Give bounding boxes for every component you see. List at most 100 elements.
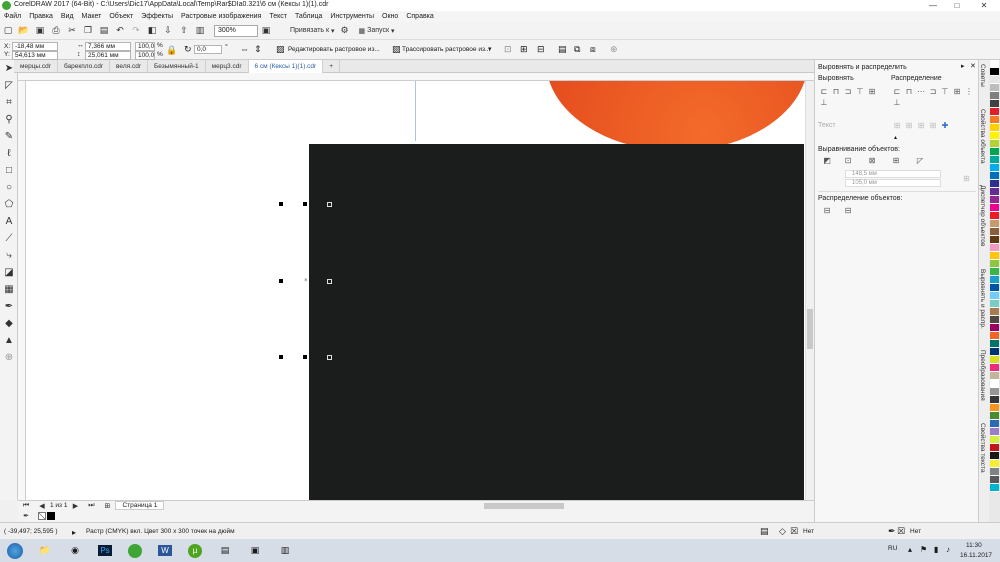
color-swatch[interactable]	[990, 444, 999, 452]
document-tab-1[interactable]: барекпло.cdr	[58, 59, 111, 73]
menu-item-2[interactable]: Вид	[57, 11, 78, 22]
color-swatch[interactable]	[990, 364, 999, 372]
selection-handle-bl[interactable]	[279, 355, 283, 359]
scale-x-field[interactable]: 100,0	[135, 42, 155, 51]
snap-to-button[interactable]: Привязать к ▾	[290, 25, 335, 37]
crop-tool-icon[interactable]: ⌗	[0, 94, 18, 111]
color-swatch[interactable]	[990, 204, 999, 212]
file-explorer-icon[interactable]: 📁	[30, 539, 60, 562]
x-position-field[interactable]: -18,48 мм	[12, 42, 58, 51]
align-to-grid-icon[interactable]: ⊞	[884, 155, 908, 166]
color-swatch[interactable]	[990, 196, 999, 204]
distribute-right-icon[interactable]: ⊐	[927, 86, 939, 97]
freehand-tool-icon[interactable]: ✎	[0, 128, 18, 145]
color-swatch[interactable]	[990, 476, 999, 484]
menu-item-0[interactable]: Файл	[0, 11, 25, 22]
drawing-canvas[interactable]: ×	[26, 81, 805, 501]
menu-item-11[interactable]: Справка	[402, 11, 437, 22]
color-management-icon[interactable]: ▤	[760, 526, 769, 537]
word-icon[interactable]: W	[150, 539, 180, 562]
align-to-page-center-icon[interactable]: ⊠	[860, 155, 884, 166]
menu-item-4[interactable]: Объект	[105, 11, 137, 22]
import-icon[interactable]: ⇩	[162, 25, 174, 37]
docker-close-icon[interactable]: ✕	[970, 62, 976, 70]
add-tool-icon[interactable]: ⊕	[0, 349, 18, 366]
clock-date[interactable]: 16.11.2017	[960, 552, 992, 559]
color-swatch[interactable]	[990, 308, 999, 316]
color-swatch[interactable]	[990, 60, 999, 68]
color-swatch[interactable]	[990, 268, 999, 276]
distribute-middle-icon[interactable]: ⊞	[951, 86, 963, 97]
text-align-5-icon[interactable]: ✚	[939, 120, 951, 131]
clock-time[interactable]: 11:30	[966, 542, 982, 549]
parallel-dimension-icon[interactable]: ⟋	[0, 230, 18, 247]
menu-item-3[interactable]: Макет	[78, 11, 106, 22]
rotation-angle-field[interactable]: 0,0	[194, 45, 222, 54]
publish-pdf-icon[interactable]: ▥	[194, 25, 206, 37]
copy-icon[interactable]: ❐	[82, 25, 94, 37]
distribute-top-icon[interactable]: ⊤	[939, 86, 951, 97]
polygon-tool-icon[interactable]: ⬠	[0, 196, 18, 213]
maximize-button[interactable]: □	[946, 0, 968, 11]
no-color-swatch[interactable]	[38, 512, 46, 520]
tray-arrow-icon[interactable]: ▴	[908, 545, 912, 554]
color-swatch[interactable]	[990, 484, 999, 492]
color-swatch[interactable]	[990, 92, 999, 100]
black-swatch[interactable]	[47, 512, 55, 520]
redo-icon[interactable]: ↷	[130, 25, 142, 37]
options-gear-icon[interactable]: ⚙	[339, 25, 351, 37]
horizontal-ruler[interactable]	[18, 73, 814, 81]
color-swatch[interactable]	[990, 156, 999, 164]
docker-tab-0[interactable]: Советы	[979, 60, 986, 91]
color-swatch[interactable]	[990, 316, 999, 324]
docker-tab-4[interactable]: Преобразования	[979, 346, 986, 405]
align-center-h-icon[interactable]: ⊓	[830, 86, 842, 97]
docker-tab-1[interactable]: Свойства объекта	[979, 105, 986, 168]
page-tab[interactable]: Страница 1	[115, 501, 165, 510]
connector-tool-icon[interactable]: ⤷	[0, 247, 18, 264]
color-swatch[interactable]	[990, 236, 999, 244]
mirror-vertical-icon[interactable]: ⇕	[254, 44, 262, 55]
palette-eyedropper-icon[interactable]: ✒	[20, 510, 32, 522]
selection-handle-bm[interactable]	[303, 355, 307, 359]
new-document-icon[interactable]: ▢	[2, 25, 14, 37]
color-swatch[interactable]	[990, 228, 999, 236]
color-swatch[interactable]	[990, 420, 999, 428]
media-icon[interactable]: ▣	[240, 539, 270, 562]
document-tab-4[interactable]: мерц3.cdr	[206, 59, 249, 73]
align-top-icon[interactable]: ⊤	[854, 86, 866, 97]
selection-handle-tm[interactable]	[303, 202, 307, 206]
text-align-2-icon[interactable]: ⊞	[903, 120, 915, 131]
color-swatch[interactable]	[990, 116, 999, 124]
artistic-media-icon[interactable]: ℓ	[0, 145, 18, 162]
align-to-active-icon[interactable]: ◩	[818, 155, 836, 166]
distribute-to-selection-icon[interactable]: ⊟	[818, 205, 836, 216]
crop-bitmap-icon[interactable]: ⊡	[504, 44, 512, 55]
selection-handle-tr[interactable]	[327, 202, 332, 207]
align-center-v-icon[interactable]: ⊞	[866, 86, 878, 97]
color-swatch[interactable]	[990, 300, 999, 308]
menu-item-7[interactable]: Текст	[265, 11, 291, 22]
distribute-to-page-icon[interactable]: ⊟	[836, 205, 860, 216]
color-swatch[interactable]	[990, 148, 999, 156]
color-swatch[interactable]	[990, 340, 999, 348]
distribute-left-icon[interactable]: ⊏	[891, 86, 903, 97]
color-swatch[interactable]	[990, 68, 999, 76]
trace-bitmap-button[interactable]: Трассировать растровое из...	[402, 46, 490, 53]
minimize-button[interactable]: —	[922, 0, 944, 11]
network-icon[interactable]: ▮	[934, 545, 938, 554]
distribute-spacing-h-icon[interactable]: ⋯	[915, 86, 927, 97]
color-swatch[interactable]	[990, 284, 999, 292]
full-screen-icon[interactable]: ▣	[260, 25, 272, 37]
trace-dropdown-icon[interactable]: ▾	[488, 45, 492, 53]
orange-circle-shape[interactable]	[546, 81, 805, 151]
print-icon[interactable]: ⎙	[50, 25, 62, 37]
docker-expand-icon[interactable]: ▸	[961, 62, 965, 70]
vertical-scrollbar[interactable]	[805, 81, 814, 501]
color-swatch[interactable]	[990, 436, 999, 444]
distribute-spacing-v-icon[interactable]: ⋮	[963, 86, 975, 97]
bitmap-mask-icon[interactable]: ⊟	[537, 44, 545, 55]
wrap-text-icon[interactable]: ▤	[558, 44, 567, 55]
photoshop-icon[interactable]: Ps	[90, 539, 120, 562]
color-swatch[interactable]	[990, 84, 999, 92]
